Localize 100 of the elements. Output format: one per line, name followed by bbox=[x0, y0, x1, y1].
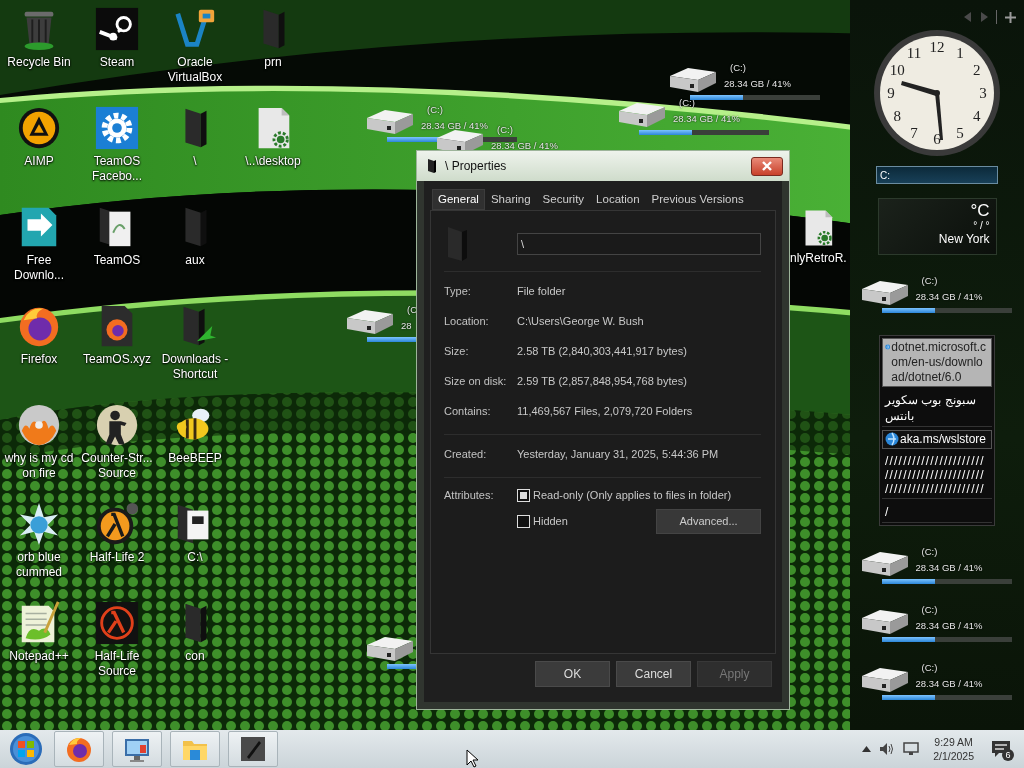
property-value: 2.59 TB (2,857,848,954,768 bytes) bbox=[517, 375, 687, 387]
icon-label[interactable]: Recycle Bin bbox=[0, 55, 78, 70]
usage-text: 28.34 GB / 41% bbox=[491, 140, 559, 153]
globe-icon bbox=[885, 432, 899, 446]
icon-label[interactable]: Firefox bbox=[0, 352, 78, 367]
checkbox-label[interactable]: Hidden bbox=[533, 515, 568, 527]
checkbox[interactable] bbox=[517, 514, 530, 528]
taskbar-button[interactable] bbox=[228, 731, 278, 767]
gear-icon[interactable] bbox=[94, 105, 140, 151]
usage-text: 28 bbox=[401, 320, 412, 333]
drive-label: (C:) bbox=[920, 546, 938, 559]
icon-label[interactable]: BeeBEEP bbox=[156, 451, 234, 466]
clock-date[interactable]: 2/1/2025 bbox=[933, 749, 974, 763]
note-text: سبونج بوب سكوير بانتس bbox=[882, 390, 992, 427]
property-value: 2.58 TB (2,840,303,441,917 bytes) bbox=[517, 345, 687, 357]
dialog-button[interactable]: Cancel bbox=[616, 661, 691, 687]
drive-label: (C:) bbox=[920, 275, 938, 288]
tab[interactable]: General bbox=[432, 189, 485, 210]
checkbox-label[interactable]: Read-only (Only applies to files in folder) bbox=[533, 489, 732, 501]
link-text[interactable]: aka.ms/wslstore bbox=[900, 432, 987, 447]
drive-label: (C:) bbox=[678, 97, 695, 110]
caret-icon[interactable] bbox=[862, 746, 872, 752]
pen-icon[interactable] bbox=[239, 735, 267, 763]
tab[interactable]: Location bbox=[590, 189, 646, 210]
usage-text: 28.34 GB / 41% bbox=[724, 78, 792, 91]
add-icon[interactable] bbox=[1005, 11, 1016, 23]
clock-time[interactable]: 9:29 AM bbox=[934, 735, 973, 749]
icon-label[interactable]: \ bbox=[156, 154, 234, 169]
browser-icon[interactable] bbox=[65, 735, 93, 763]
property-value: C:\Users\George W. Bush bbox=[517, 315, 644, 327]
note-text: / bbox=[882, 502, 992, 523]
icon-label[interactable]: Oracle VirtualBox bbox=[156, 55, 234, 85]
icon-label[interactable]: \..\desktop bbox=[234, 154, 312, 169]
icon-label[interactable]: orb blue cummed bbox=[0, 550, 78, 580]
temperature-range: ° / ° bbox=[973, 220, 990, 232]
clock-numeral: 9 bbox=[887, 85, 895, 101]
temperature: °C bbox=[970, 201, 990, 220]
property-label: Location: bbox=[444, 315, 490, 327]
icon-label[interactable]: Free Downlo... bbox=[0, 253, 78, 283]
drive-label: (C bbox=[406, 304, 418, 317]
notification-button[interactable]: 6 bbox=[988, 736, 1014, 762]
usage-text: 28.34 GB / 41% bbox=[421, 120, 489, 133]
tab[interactable]: Previous Versions bbox=[645, 189, 750, 210]
close-icon[interactable] bbox=[762, 161, 772, 171]
icon-label[interactable]: Half-Life Source bbox=[78, 649, 156, 679]
property-label: Created: bbox=[444, 448, 488, 460]
usage-text: 28.34 GB / 41% bbox=[673, 113, 741, 126]
icon-label[interactable]: Half-Life 2 bbox=[78, 550, 156, 565]
clock-numeral: 12 bbox=[929, 39, 945, 55]
tab[interactable]: Security bbox=[536, 189, 591, 210]
drive-label: (C:) bbox=[729, 62, 746, 75]
drive-label: (C:) bbox=[920, 662, 938, 675]
icon-label[interactable]: nlyRetroR. bbox=[790, 251, 847, 266]
speaker-icon[interactable] bbox=[879, 742, 896, 756]
taskbar-button[interactable] bbox=[54, 731, 104, 767]
clock-numeral: 2 bbox=[973, 62, 981, 78]
clock-numeral: 4 bbox=[973, 108, 981, 124]
lambda-icon[interactable] bbox=[94, 501, 140, 547]
network-icon[interactable] bbox=[903, 742, 920, 756]
icon-label[interactable]: TeamOS bbox=[78, 253, 156, 268]
link-row[interactable]: dotnet.microsoft.com/en-us/download/dotnet/6.0 bbox=[882, 338, 992, 387]
icon-label[interactable]: Downloads - Shortcut bbox=[156, 352, 234, 382]
icon-label[interactable]: Counter-Str... Source bbox=[78, 451, 156, 481]
icon-label[interactable]: Notepad++ bbox=[0, 649, 78, 664]
logo-tile-icon[interactable] bbox=[94, 6, 140, 52]
dialog-button[interactable]: OK bbox=[535, 661, 610, 687]
cursor-icon bbox=[466, 749, 479, 768]
link-row[interactable]: aka.ms/wslstore bbox=[882, 430, 992, 449]
icon-label[interactable]: aux bbox=[156, 253, 234, 268]
tab[interactable]: Sharing bbox=[484, 189, 537, 210]
property-value: File folder bbox=[517, 285, 566, 297]
search-field[interactable]: C: bbox=[876, 166, 998, 184]
usage-text: 28.34 GB / 41% bbox=[915, 678, 983, 691]
clock-numeral: 6 bbox=[933, 131, 941, 147]
clock-numeral: 10 bbox=[889, 62, 905, 78]
disc-icon[interactable] bbox=[16, 402, 62, 448]
icon-label[interactable]: AIMP bbox=[0, 154, 78, 169]
icon-label[interactable]: Steam bbox=[78, 55, 156, 70]
icon-label[interactable]: con bbox=[156, 649, 234, 664]
drive-label: (C:) bbox=[496, 124, 513, 137]
triangle-logo-icon[interactable] bbox=[16, 105, 62, 151]
lambda-icon[interactable] bbox=[94, 600, 140, 646]
advanced-button[interactable]: Advanced... bbox=[656, 508, 761, 534]
icon-label[interactable]: TeamOS Facebo... bbox=[78, 154, 156, 184]
city-name: New York bbox=[938, 232, 990, 247]
window-title: \ Properties bbox=[445, 159, 507, 173]
icon-label[interactable]: TeamOS.xyz bbox=[78, 352, 156, 367]
link-text[interactable]: dotnet.microsoft.com/en-us/download/dotnet/6.0 bbox=[891, 340, 989, 385]
icon-label[interactable]: prn bbox=[234, 55, 312, 70]
soldier-icon[interactable] bbox=[94, 402, 140, 448]
notification-count: 6 bbox=[1002, 749, 1014, 761]
usage-text: 28.34 GB / 41% bbox=[915, 620, 983, 633]
clock-numeral: 1 bbox=[956, 45, 964, 62]
icon-label[interactable]: why is my cd on fire bbox=[0, 451, 78, 481]
property-value: Yesterday, January 31, 2025, 5:44:36 PM bbox=[517, 448, 719, 460]
name-field[interactable]: \ bbox=[516, 233, 761, 255]
close-button[interactable] bbox=[751, 156, 783, 176]
icon-label[interactable]: C:\ bbox=[156, 550, 234, 565]
checkbox[interactable] bbox=[517, 488, 530, 502]
clock-numeral: 7 bbox=[910, 124, 918, 141]
